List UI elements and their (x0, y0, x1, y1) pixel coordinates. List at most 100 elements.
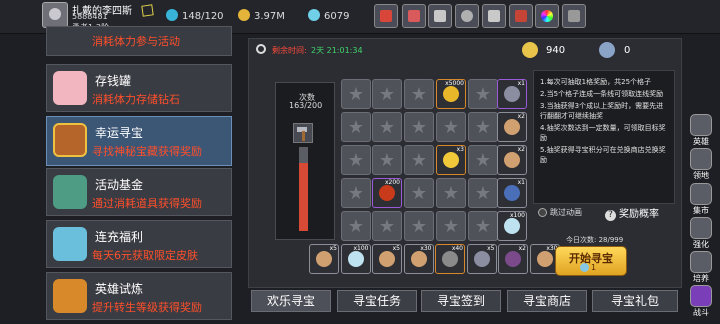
hidden-cell[interactable]: ★ (468, 145, 498, 175)
menu-cultivate[interactable]: 培养 (686, 251, 716, 285)
stamina-icon (166, 9, 178, 21)
hidden-cell[interactable]: ★ (404, 145, 434, 175)
color-wheel-icon (541, 10, 553, 22)
hidden-cell[interactable]: ★ (404, 79, 434, 109)
reward-cell[interactable]: x2 (497, 112, 527, 142)
line-reward-cell[interactable]: x5 (372, 244, 402, 274)
hidden-cell[interactable]: ★ (341, 178, 371, 208)
menu-market[interactable]: 集市 (686, 183, 716, 217)
reward-cell[interactable]: x2 (497, 145, 527, 175)
hidden-cell[interactable]: ★ (372, 145, 402, 175)
reward-item-icon (443, 152, 459, 168)
reward-item-icon (504, 119, 520, 135)
tab-treasure-shop[interactable]: 寻宝商店 (507, 290, 587, 312)
shop-button[interactable] (374, 4, 398, 28)
menu-territory-label: 领地 (693, 171, 709, 180)
hidden-cell[interactable]: ★ (468, 79, 498, 109)
star-icon: ★ (347, 183, 365, 204)
hidden-cell[interactable]: ★ (436, 178, 466, 208)
edit-icon[interactable] (141, 4, 154, 17)
battle-icon (690, 285, 712, 307)
reward-item-icon (473, 251, 490, 267)
hidden-cell[interactable]: ★ (468, 112, 498, 142)
tab-happy-treasure[interactable]: 欢乐寻宝 (251, 290, 331, 312)
hidden-cell[interactable]: ★ (372, 112, 402, 142)
line-reward-cell[interactable]: x2 (498, 244, 528, 274)
star-icon: ★ (474, 84, 492, 105)
star-icon: ★ (378, 117, 396, 138)
timer-value: 2天 21:01:34 (311, 46, 363, 55)
close-icon (568, 10, 580, 22)
hidden-cell[interactable]: ★ (404, 112, 434, 142)
reward-cell[interactable]: x100 (497, 211, 527, 241)
skip-animation-toggle[interactable]: 跳过动画 (538, 207, 582, 218)
line-reward-cell[interactable]: x5 (466, 244, 497, 274)
activity-desc: 每天6元获取限定皮肤 (92, 249, 198, 262)
line-reward-cell[interactable]: x30 (403, 244, 434, 274)
reward-quantity: x2 (517, 113, 525, 120)
hidden-cell[interactable]: ★ (404, 211, 434, 241)
reward-item-icon (410, 251, 427, 267)
tab-treasure-tasks[interactable]: 寻宝任务 (337, 290, 417, 312)
gear-icon (461, 10, 473, 22)
skip-animation-label: 跳过动画 (550, 208, 582, 217)
hidden-cell[interactable]: ★ (341, 112, 371, 142)
mouse-button[interactable] (482, 4, 506, 28)
hidden-cell[interactable]: ★ (341, 145, 371, 175)
line-reward-cell[interactable]: x5 (309, 244, 339, 274)
tab-treasure-gift[interactable]: 寻宝礼包 (592, 290, 678, 312)
activity-item-hero-trial[interactable]: 英雄试炼 提升转生等级获得奖励 (46, 272, 232, 320)
settings-button[interactable] (455, 4, 479, 28)
gift-button[interactable] (402, 4, 426, 28)
hidden-cell[interactable]: ★ (436, 211, 466, 241)
tab-treasure-signin[interactable]: 寻宝签到 (421, 290, 501, 312)
menu-territory[interactable]: 领地 (686, 148, 716, 182)
reward-cell[interactable]: x5000 (436, 79, 466, 109)
avatar[interactable] (42, 2, 68, 28)
hidden-cell[interactable]: ★ (372, 211, 402, 241)
color-wheel-button[interactable] (535, 4, 559, 28)
hidden-cell[interactable]: ★ (468, 178, 498, 208)
gamepad-button[interactable] (428, 4, 452, 28)
money-bag-icon (53, 175, 87, 209)
hidden-cell[interactable]: ★ (468, 211, 498, 241)
rules-panel: 1.每次可抽取1格奖励，共25个格子 2.当5个格子连成一条线可领取连线奖励 3… (533, 70, 675, 204)
line-reward-cell[interactable]: x40 (435, 244, 465, 274)
start-treasure-button[interactable]: 开始寻宝 1 (555, 246, 627, 276)
menu-hero[interactable]: 英雄 (686, 114, 716, 148)
probability-button[interactable]: ? 奖励概率 (605, 205, 659, 221)
diamond-display: 6079 (308, 9, 349, 22)
rule-1: 1.每次可抽取1格奖励，共25个格子 (540, 78, 652, 86)
reward-quantity: x200 (384, 179, 400, 186)
activity-title: 英雄试炼 (95, 282, 144, 296)
activity-item-recharge[interactable]: 连充福利 每天6元获取限定皮肤 (46, 220, 232, 268)
reward-cell[interactable]: x1 (497, 178, 527, 208)
activity-item-lucky-treasure[interactable]: 幸运寻宝 寻找神秘宝藏获得奖励 (46, 116, 232, 166)
draw-progress-bar (299, 147, 308, 231)
reward-cell[interactable]: x1 (497, 79, 527, 109)
menu-battle[interactable]: 战斗 (686, 285, 716, 319)
hidden-cell[interactable]: ★ (436, 112, 466, 142)
diamond-icon (308, 9, 320, 21)
reward-item-icon (536, 251, 553, 267)
activity-item-0[interactable]: 消耗体力参与活动 (46, 26, 232, 56)
chest-button[interactable] (509, 4, 533, 28)
gold-value: 3.97M (254, 11, 285, 22)
close-menu-button[interactable] (562, 4, 586, 28)
hidden-cell[interactable]: ★ (372, 79, 402, 109)
activity-item-piggy-bank[interactable]: 存钱罐 消耗体力存储钻石 (46, 64, 232, 112)
hidden-cell[interactable]: ★ (404, 178, 434, 208)
reward-cell[interactable]: x200 (372, 178, 402, 208)
line-reward-cell[interactable]: x100 (340, 244, 371, 274)
hidden-cell[interactable]: ★ (341, 211, 371, 241)
activity-item-fund[interactable]: 活动基金 通过消耗道具获得奖励 (46, 168, 232, 216)
reward-cell[interactable]: x3 (436, 145, 466, 175)
hidden-cell[interactable]: ★ (341, 79, 371, 109)
star-icon: ★ (410, 150, 428, 171)
activity-title: 存钱罐 (95, 74, 132, 88)
rule-4: 4.抽奖次数达到一定数量，可领取目标奖励 (540, 124, 666, 142)
gold-display: 3.97M (238, 9, 285, 22)
menu-enhance[interactable]: 强化 (686, 217, 716, 251)
reward-quantity: x100 (509, 212, 525, 219)
stamina-display: 148/120 (166, 9, 224, 22)
